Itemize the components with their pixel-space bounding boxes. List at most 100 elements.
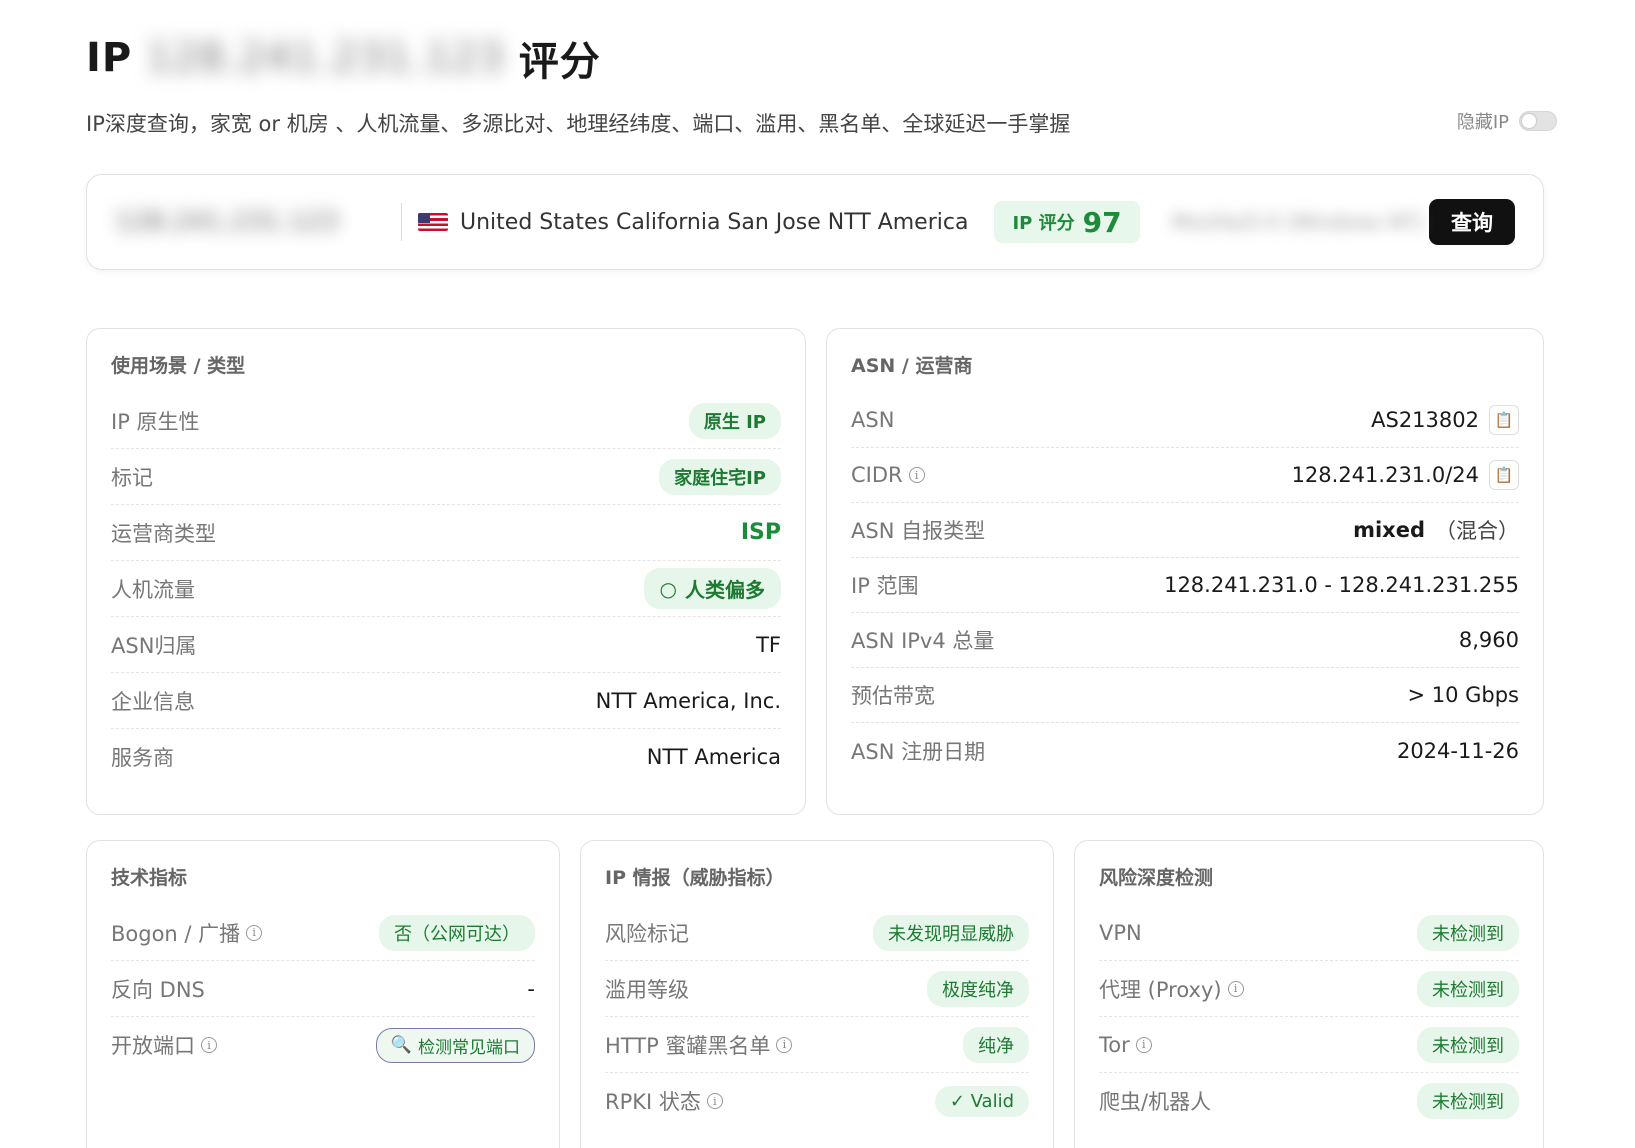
score-value: 97 — [1082, 205, 1122, 239]
hide-ip-toggle[interactable]: 隐藏IP — [1457, 108, 1557, 134]
row-honeypot: HTTP 蜜罐黑名单 i 纯净 — [605, 1017, 1029, 1073]
rpki-badge: ✓ Valid — [934, 1085, 1029, 1117]
provider-value: NTT America — [646, 745, 781, 769]
ip-score-badge: IP 评分 97 — [994, 201, 1140, 243]
hide-ip-switch[interactable] — [1519, 111, 1557, 131]
card-title: 使用场景 / 类型 — [111, 355, 246, 377]
row-label: IP 范围 — [851, 574, 919, 598]
row-label: 开放端口 — [111, 1034, 195, 1058]
tor-badge: 未检测到 — [1417, 1026, 1519, 1063]
card-title: 技术指标 — [111, 867, 188, 889]
reg-date-value: 2024-11-26 — [1396, 738, 1519, 763]
row-traffic: 人机流量 ○ 人类偏多 — [111, 561, 781, 617]
us-flag-icon — [418, 213, 448, 231]
scan-ports-label: 检测常见端口 — [418, 1037, 520, 1058]
human-traffic-badge: ○ 人类偏多 — [643, 568, 781, 609]
row-label: 预估带宽 — [851, 684, 935, 708]
row-tag: 标记 家庭住宅IP — [111, 449, 781, 505]
title-suffix: 评分 — [518, 39, 601, 85]
title-prefix: IP — [86, 35, 133, 81]
hide-ip-label: 隐藏IP — [1456, 112, 1509, 133]
clipboard-icon[interactable]: 📋 — [1489, 405, 1519, 435]
row-ipv4-total: ASN IPv4 总量 8,960 — [851, 613, 1519, 668]
row-label: 运营商类型 — [111, 521, 216, 546]
company-value: NTT America, Inc. — [595, 688, 781, 713]
risk-detection-card: 风险深度检测 VPN 未检测到 代理 (Proxy) i 未检测到 Tor i 未检… — [1074, 840, 1544, 1148]
row-label: Tor — [1099, 1032, 1130, 1057]
user-agent-blurred: Mozilla/5.0 (Windows NT) — [1171, 210, 1424, 234]
bogon-badge: 否（公网可达） — [379, 914, 535, 951]
row-reg-date: ASN 注册日期 2024-11-26 — [851, 723, 1519, 778]
asn-type-value: mixed — [1353, 518, 1425, 542]
location-text: United States California San Jose NTT Am… — [460, 209, 969, 235]
ip-search-bar: 128.241.231.123 United States California… — [86, 174, 1544, 270]
row-ip-native: IP 原生性 原生 IP — [111, 393, 781, 449]
ip-input-blurred[interactable]: 128.241.231.123 — [115, 207, 391, 237]
row-proxy: 代理 (Proxy) i 未检测到 — [1099, 961, 1519, 1017]
title-ip-blurred: 128.241.231.123 — [146, 35, 505, 81]
card-title: ASN / 运营商 — [851, 355, 973, 377]
row-label: IP 原生性 — [111, 409, 200, 434]
proxy-badge: 未检测到 — [1417, 970, 1519, 1007]
row-abuse-level: 滥用等级 极度纯净 — [605, 961, 1029, 1017]
crawler-badge: 未检测到 — [1417, 1083, 1519, 1119]
traffic-value: 人类偏多 — [685, 578, 765, 602]
asn-type-note: （混合） — [1435, 519, 1519, 543]
row-label: ASN — [851, 408, 895, 432]
native-ip-badge: 原生 IP — [688, 402, 781, 439]
row-vpn: VPN 未检测到 — [1099, 905, 1519, 961]
asn-value: AS213802 — [1371, 408, 1479, 432]
bandwidth-value: > 10 Gbps — [1407, 683, 1519, 707]
info-icon[interactable]: i — [1135, 1036, 1152, 1053]
row-label: 滥用等级 — [605, 977, 689, 1002]
row-bogon: Bogon / 广播 i 否（公网可达） — [111, 905, 535, 961]
row-risk-flag: 风险标记 未发现明显威胁 — [605, 905, 1029, 961]
row-label: Bogon / 广播 — [111, 921, 241, 946]
row-cidr: CIDR i 128.241.231.0/24 📋 — [851, 448, 1519, 503]
cidr-value: 128.241.231.0/24 — [1291, 463, 1479, 487]
info-icon[interactable]: i — [1227, 980, 1244, 997]
row-label: ASN归属 — [111, 633, 197, 658]
row-open-ports: 开放端口 i 🔍 检测常见端口 — [111, 1017, 535, 1073]
asn-owner-value: TF — [756, 632, 781, 657]
row-asn-type: ASN 自报类型 mixed （混合） — [851, 503, 1519, 558]
row-provider: 服务商 NTT America — [111, 729, 781, 785]
row-asn: ASN AS213802 📋 — [851, 393, 1519, 448]
row-label: VPN — [1099, 920, 1142, 945]
row-label: ASN IPv4 总量 — [851, 629, 995, 653]
scan-ports-button[interactable]: 🔍 检测常见端口 — [375, 1027, 535, 1063]
ipv4-total-value: 8,960 — [1458, 628, 1519, 652]
threat-intel-card: IP 情报（威胁指标） 风险标记 未发现明显威胁 滥用等级 极度纯净 HTTP … — [580, 840, 1054, 1148]
info-icon[interactable]: i — [246, 924, 263, 941]
row-label: 人机流量 — [111, 577, 195, 602]
user-icon: ○ — [659, 576, 677, 601]
row-label: RPKI 状态 — [605, 1090, 701, 1114]
info-icon[interactable]: i — [706, 1093, 723, 1109]
carrier-type-value: ISP — [740, 520, 781, 545]
tech-metrics-card: 技术指标 Bogon / 广播 i 否（公网可达） 反向 DNS - 开放端口 i … — [86, 840, 560, 1148]
query-button[interactable]: 查询 — [1429, 199, 1515, 245]
info-icon[interactable]: i — [201, 1037, 217, 1053]
row-label: ASN 注册日期 — [851, 739, 986, 764]
clipboard-icon[interactable]: 📋 — [1489, 460, 1519, 490]
page-subtitle: IP深度查询，家宽 or 机房 、人机流量、多源比对、地理经纬度、端口、滥用、黑… — [86, 112, 1071, 136]
rdns-value: - — [527, 976, 535, 1001]
row-rdns: 反向 DNS - — [111, 961, 535, 1017]
ip-range-value: 128.241.231.0 - 128.241.231.255 — [1164, 573, 1519, 597]
usage-type-card: 使用场景 / 类型 IP 原生性 原生 IP 标记 家庭住宅IP 运营商类型 I… — [86, 328, 806, 815]
row-rpki: RPKI 状态 i ✓ Valid — [605, 1073, 1029, 1129]
risk-flag-badge: 未发现明显威胁 — [873, 914, 1029, 951]
card-title: 风险深度检测 — [1099, 867, 1214, 889]
divider — [401, 203, 402, 241]
row-label: 标记 — [111, 465, 153, 490]
abuse-level-badge: 极度纯净 — [927, 970, 1029, 1007]
info-icon[interactable]: i — [908, 467, 925, 483]
row-label: 服务商 — [111, 746, 174, 770]
row-asn-owner: ASN归属 TF — [111, 617, 781, 673]
row-label: ASN 自报类型 — [851, 519, 986, 543]
info-icon[interactable]: i — [776, 1036, 793, 1053]
row-label: 反向 DNS — [111, 977, 205, 1002]
page-title: IP 128.241.231.123 评分 — [86, 28, 601, 88]
row-carrier-type: 运营商类型 ISP — [111, 505, 781, 561]
score-label: IP 评分 — [1012, 213, 1075, 234]
